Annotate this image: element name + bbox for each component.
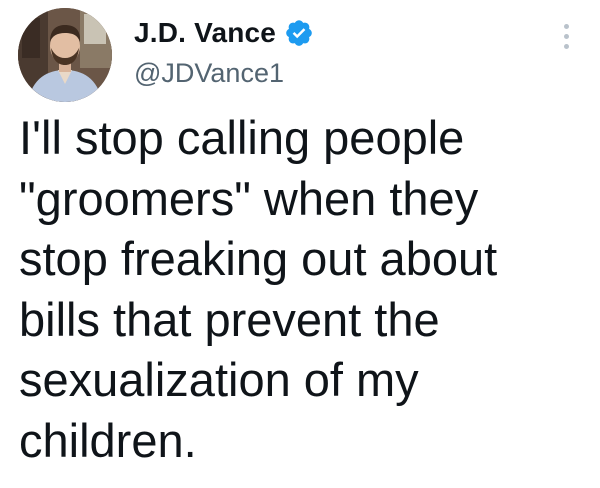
more-dot [563, 23, 569, 29]
tweet-text: I'll stop calling people "groomers" when… [19, 108, 589, 471]
author-display-name[interactable]: J.D. Vance [134, 17, 276, 49]
tweet-text-line: I'll stop calling people [19, 111, 465, 164]
more-vertical-icon[interactable] [552, 14, 580, 58]
tweet-text-line: "groomers" when they [19, 171, 479, 225]
tweet-text-line: children. [19, 413, 197, 467]
tweet-text-line: stop freaking out about [19, 232, 498, 285]
profile-photo [18, 8, 112, 102]
author-name-row: J.D. Vance [134, 14, 314, 52]
tweet-text-line: sexualization of my [19, 353, 419, 406]
verified-badge-icon [284, 18, 314, 48]
avatar[interactable] [18, 8, 112, 102]
tweet-text-line: bills that prevent the [19, 292, 440, 346]
more-dot [563, 43, 569, 49]
tweet-card: J.D. Vance @JDVance1 I'll stop calling p… [0, 0, 600, 488]
author-handle[interactable]: @JDVance1 [134, 58, 284, 89]
more-dot [563, 33, 569, 39]
